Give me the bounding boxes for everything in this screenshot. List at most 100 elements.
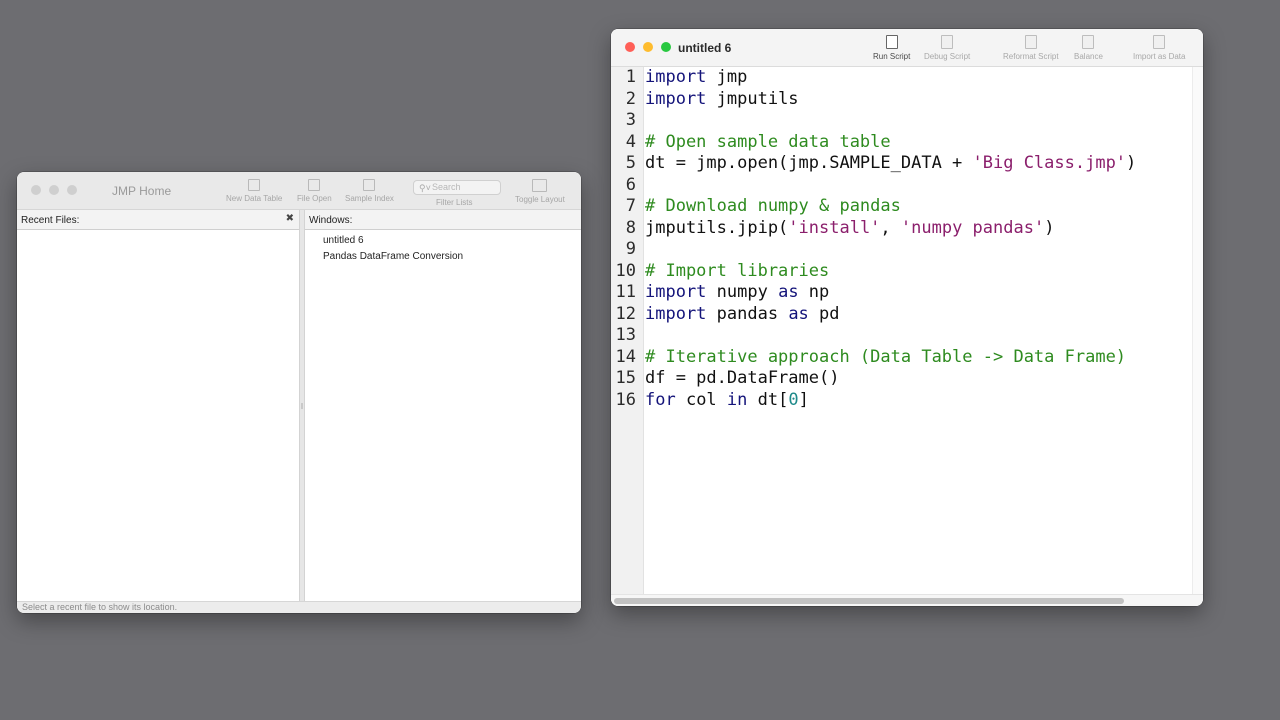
code-token: # Download numpy & pandas (645, 196, 901, 216)
code-token: dt = jmp.open(jmp.SAMPLE_DATA + (645, 153, 973, 173)
code-token: jmputils (706, 88, 799, 109)
code-token: 0 (788, 389, 799, 410)
code-token: import (645, 88, 707, 109)
import-as-data-icon (1153, 35, 1166, 49)
import-as-data-button[interactable]: Import as Data (1133, 35, 1185, 61)
import-as-data-label: Import as Data (1133, 52, 1186, 61)
code-token: df = pd.DataFrame() (645, 368, 840, 388)
code-line: import jmp (645, 67, 747, 87)
code-token: , (880, 217, 901, 238)
minimize-button[interactable] (643, 42, 653, 52)
status-bar: Select a recent file to show its locatio… (17, 601, 581, 613)
line-number: 15 (615, 368, 636, 388)
code-token: import (645, 67, 707, 87)
new-data-table-label: New Data Table (226, 194, 283, 203)
minimize-button[interactable] (49, 185, 59, 195)
line-number-gutter: 1 2 3 4 5 6 7 8 9 10 11 12 13 14 15 16 (611, 67, 644, 594)
line-number: 6 (625, 174, 636, 195)
editor-window-controls (625, 42, 671, 52)
code-token: col (675, 389, 727, 410)
debug-script-button[interactable]: Debug Script (924, 35, 970, 61)
toggle-layout-label: Toggle Layout (515, 195, 565, 204)
line-number: 12 (615, 303, 636, 324)
code-line: for col in dt[0] (645, 390, 809, 410)
line-number: 5 (625, 153, 636, 173)
line-number: 13 (615, 325, 636, 345)
sample-index-button[interactable]: Sample Index (345, 179, 394, 203)
code-line: jmputils.jpip('install', 'numpy pandas') (645, 218, 1054, 238)
new-data-table-button[interactable]: New Data Table (226, 179, 282, 203)
reformat-script-icon (1024, 35, 1037, 49)
recent-files-pane: Recent Files: ✖ (17, 210, 299, 601)
code-line: # Open sample data table (645, 132, 891, 152)
code-token: # Import libraries (645, 260, 830, 281)
code-line: # Import libraries (645, 261, 829, 281)
line-number: 2 (625, 88, 636, 109)
code-token: ) (1126, 153, 1137, 173)
zoom-button[interactable] (661, 42, 671, 52)
sample-index-label: Sample Index (345, 194, 394, 203)
run-script-button[interactable]: Run Script (873, 35, 910, 61)
code-token: as (778, 282, 799, 302)
code-token: # Open sample data table (645, 131, 891, 152)
zoom-button[interactable] (67, 185, 77, 195)
file-open-button[interactable]: File Open (297, 179, 332, 203)
window-item-pandas-conversion[interactable]: Pandas DataFrame Conversion (305, 249, 581, 265)
jmp-home-window: JMP Home New Data Table File Open Sample… (17, 172, 581, 613)
clear-recent-icon[interactable]: ✖ (286, 213, 294, 224)
code-token: pandas (706, 303, 789, 324)
debug-script-icon (941, 35, 954, 49)
line-number: 4 (625, 131, 636, 152)
toggle-layout-button[interactable]: Toggle Layout (515, 179, 565, 204)
recent-files-header: Recent Files: ✖ (17, 210, 299, 230)
reformat-script-button[interactable]: Reformat Script (1003, 35, 1059, 61)
code-token: # Iterative approach (Data Table -> Data… (645, 346, 1127, 367)
horizontal-scroll-thumb[interactable] (614, 598, 1124, 604)
balance-label: Balance (1074, 52, 1103, 61)
filter-lists-label: Filter Lists (436, 198, 473, 207)
file-open-label: File Open (297, 194, 332, 203)
code-line: import pandas as pd (645, 304, 840, 324)
run-script-icon (885, 35, 898, 49)
code-token: 'numpy pandas' (900, 217, 1045, 238)
code-token: import (645, 282, 707, 302)
balance-button[interactable]: Balance (1074, 35, 1103, 61)
code-line: df = pd.DataFrame() (645, 368, 839, 388)
splitter-grip (301, 403, 303, 409)
run-script-label: Run Script (873, 52, 911, 61)
code-token: numpy (706, 282, 779, 302)
line-number: 7 (625, 196, 636, 216)
reformat-script-label: Reformat Script (1003, 52, 1059, 61)
windows-title: Windows: (309, 215, 353, 226)
home-titlebar: JMP Home New Data Table File Open Sample… (17, 172, 581, 210)
code-line: import jmputils (645, 89, 799, 109)
horizontal-scrollbar[interactable] (611, 594, 1203, 606)
vertical-scrollbar[interactable] (1192, 67, 1203, 594)
windows-list: untitled 6 Pandas DataFrame Conversion (305, 230, 581, 265)
close-button[interactable] (31, 185, 41, 195)
line-number: 3 (625, 110, 636, 130)
window-item-untitled-6[interactable]: untitled 6 (305, 233, 581, 249)
line-number: 11 (615, 282, 636, 302)
script-editor-window: untitled 6 Run Script Debug Script Refor… (611, 29, 1203, 606)
code-token: as (788, 303, 809, 324)
code-token: np (798, 282, 830, 302)
code-token: jmp (706, 67, 748, 87)
line-number: 14 (615, 346, 636, 367)
code-line: dt = jmp.open(jmp.SAMPLE_DATA + 'Big Cla… (645, 153, 1136, 173)
recent-files-title: Recent Files: (21, 215, 80, 226)
code-token: 'Big Class.jmp' (972, 153, 1127, 173)
line-number: 16 (615, 389, 636, 410)
balance-icon (1082, 35, 1095, 49)
code-line: # Download numpy & pandas (645, 196, 901, 216)
code-token: jmputils.jpip( (645, 217, 789, 238)
code-token: pd (808, 303, 840, 324)
editor-window-title: untitled 6 (678, 41, 732, 55)
search-input[interactable]: ⚲˅ Search (413, 180, 501, 195)
windows-pane: Windows: untitled 6 Pandas DataFrame Con… (305, 210, 581, 601)
debug-script-label: Debug Script (924, 52, 971, 61)
close-button[interactable] (625, 42, 635, 52)
search-placeholder: Search (432, 182, 461, 192)
code-editor[interactable]: import jmp import jmputils # Open sample d… (644, 67, 1192, 594)
code-token: import (645, 303, 707, 324)
